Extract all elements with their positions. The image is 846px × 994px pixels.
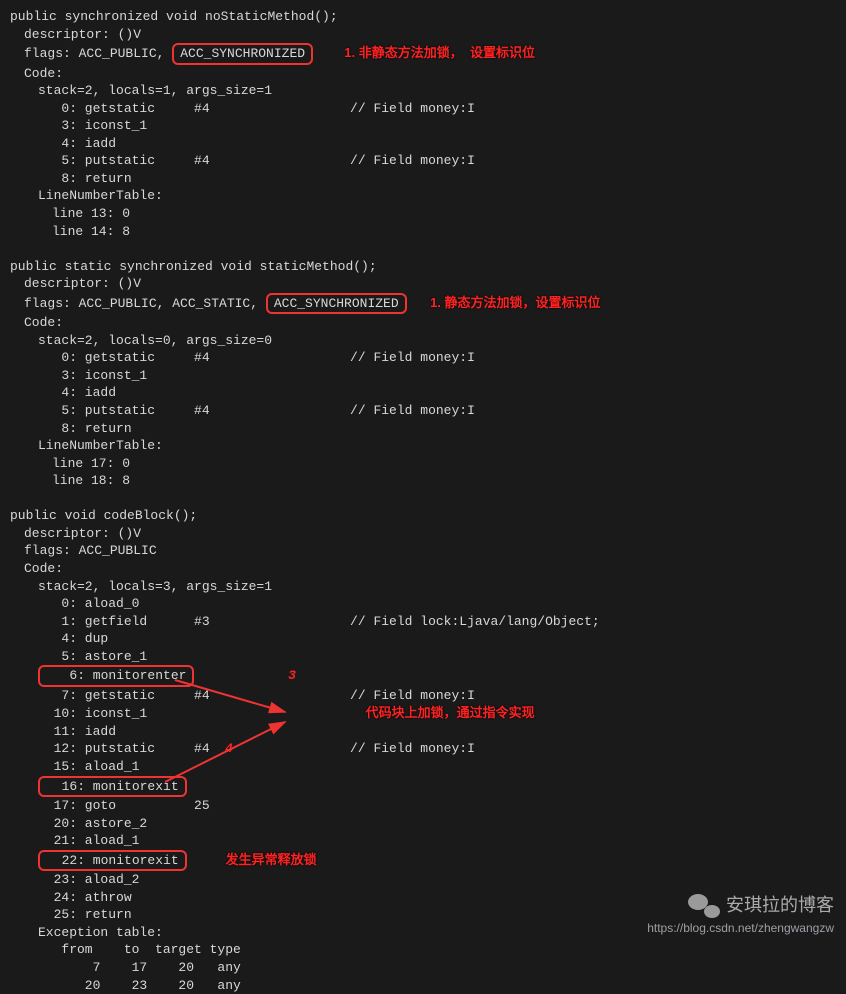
m2-ln0: line 17: 0 — [10, 455, 836, 473]
m3-l3: 5: astore_1 — [10, 648, 836, 666]
m3-l6: 10: iconst_1 代码块上加锁，通过指令实现 — [10, 704, 836, 723]
m1-ln1: line 14: 8 — [10, 223, 836, 241]
m1-ln0: line 13: 0 — [10, 205, 836, 223]
watermark: 安琪拉的博客 https://blog.csdn.net/zhengwangzw — [647, 892, 834, 936]
m3-l15: 23: aload_2 — [10, 871, 836, 889]
m3-ex0: 7 17 20 any — [10, 959, 836, 977]
watermark-url: https://blog.csdn.net/zhengwangzw — [647, 920, 834, 936]
m1-l4: 8: return — [10, 170, 836, 188]
m2-flags: flags: ACC_PUBLIC, ACC_STATIC, ACC_SYNCH… — [10, 293, 836, 315]
m1-flags: flags: ACC_PUBLIC, ACC_SYNCHRONIZED 1. 非… — [10, 43, 836, 65]
m3-ex1: 20 23 20 any — [10, 977, 836, 994]
m3-l11: 17: goto 25 — [10, 797, 836, 815]
m2-lnt: LineNumberTable: — [10, 437, 836, 455]
m1-code: Code: — [10, 65, 836, 83]
m3-l8: 12: putstatic #4 // Field money:I4 — [10, 740, 836, 758]
m3-monitorenter-box: 6: monitorenter — [38, 665, 194, 687]
m2-anno: 1. 静态方法加锁，设置标识位 — [430, 295, 600, 310]
m2-sig: public static synchronized void staticMe… — [10, 258, 836, 276]
m2-l1: 3: iconst_1 — [10, 367, 836, 385]
m1-anno: 1. 非静态方法加锁， 设置标识位 — [344, 45, 535, 60]
m3-l7: 11: iadd — [10, 723, 836, 741]
m1-l3: 5: putstatic #4 // Field money:I — [10, 152, 836, 170]
m2-flags-box: ACC_SYNCHRONIZED — [266, 293, 407, 315]
m1-flags-box: ACC_SYNCHRONIZED — [172, 43, 313, 65]
m3-l5: 7: getstatic #4 // Field money:I — [10, 687, 836, 705]
m2-desc: descriptor: ()V — [10, 275, 836, 293]
m3-desc: descriptor: ()V — [10, 525, 836, 543]
m1-l0: 0: getstatic #4 // Field money:I — [10, 100, 836, 118]
arrow-num-4: 4 — [225, 740, 233, 758]
m2-l2: 4: iadd — [10, 384, 836, 402]
m3-code: Code: — [10, 560, 836, 578]
m3-l4: 6: monitorenter 3 — [10, 665, 836, 687]
m3-l14: 22: monitorexit 发生异常释放锁 — [10, 850, 836, 872]
m2-code: Code: — [10, 314, 836, 332]
m3-stack: stack=2, locals=3, args_size=1 — [10, 578, 836, 596]
m3-l9: 15: aload_1 — [10, 758, 836, 776]
m3-l10: 16: monitorexit — [10, 776, 836, 798]
m2-ln1: line 18: 8 — [10, 472, 836, 490]
m3-sig: public void codeBlock(); — [10, 507, 836, 525]
m2-l0: 0: getstatic #4 // Field money:I — [10, 349, 836, 367]
m1-l1: 3: iconst_1 — [10, 117, 836, 135]
watermark-name: 安琪拉的博客 — [726, 893, 834, 917]
m1-lnt: LineNumberTable: — [10, 187, 836, 205]
m3-exh: from to target type — [10, 941, 836, 959]
m3-l1: 1: getfield #3 // Field lock:Ljava/lang/… — [10, 613, 836, 631]
m3-block-anno: 代码块上加锁，通过指令实现 — [366, 705, 535, 720]
arrow-num-3: 3 — [288, 668, 296, 683]
m2-stack: stack=2, locals=0, args_size=0 — [10, 332, 836, 350]
m1-l2: 4: iadd — [10, 135, 836, 153]
m3-l0: 0: aload_0 — [10, 595, 836, 613]
m3-l13: 21: aload_1 — [10, 832, 836, 850]
m2-flags-prefix: flags: ACC_PUBLIC, ACC_STATIC, — [24, 296, 266, 311]
wechat-icon — [688, 892, 720, 918]
m2-l4: 8: return — [10, 420, 836, 438]
m2-l3: 5: putstatic #4 // Field money:I — [10, 402, 836, 420]
m3-l12: 20: astore_2 — [10, 815, 836, 833]
m3-monitorexit1-box: 16: monitorexit — [38, 776, 187, 798]
m1-stack: stack=2, locals=1, args_size=1 — [10, 82, 836, 100]
m1-flags-prefix: flags: ACC_PUBLIC, — [24, 46, 172, 61]
m3-monitorexit2-box: 22: monitorexit — [38, 850, 187, 872]
m3-flags: flags: ACC_PUBLIC — [10, 542, 836, 560]
m1-sig: public synchronized void noStaticMethod(… — [10, 8, 836, 26]
m3-l2: 4: dup — [10, 630, 836, 648]
m3-ex-anno: 发生异常释放锁 — [226, 852, 317, 867]
m1-desc: descriptor: ()V — [10, 26, 836, 44]
